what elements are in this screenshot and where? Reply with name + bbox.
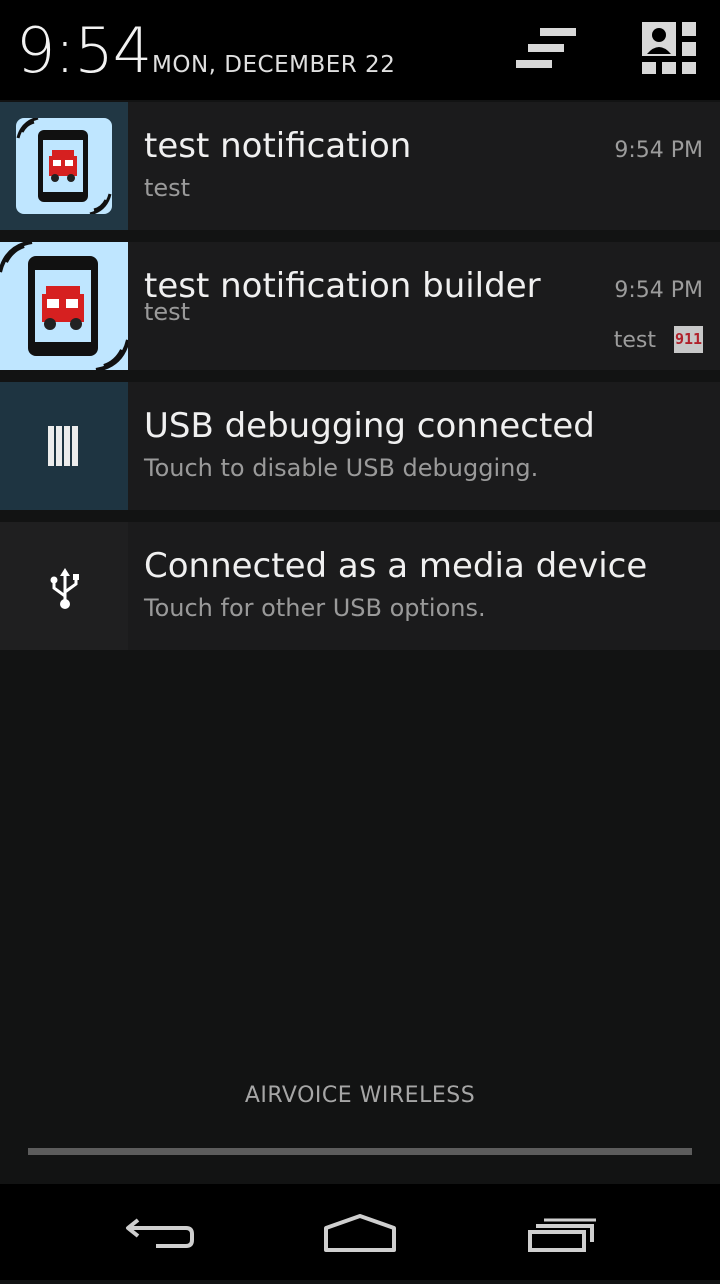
notification-text: test — [144, 298, 191, 326]
emergency-911-icon: 911 — [674, 326, 703, 353]
notification-title: test notification — [144, 126, 412, 166]
back-button[interactable] — [90, 1184, 230, 1280]
notification-title: test notification builder — [144, 266, 541, 306]
usb-icon — [48, 566, 82, 614]
notification-text: Touch for other USB options. — [144, 594, 486, 622]
home-icon — [324, 1214, 396, 1252]
fire-truck-phone-icon — [16, 116, 112, 216]
notification-header: 9:54 MON, DECEMBER 22 — [0, 0, 720, 100]
notification-test[interactable]: test notification test 9:54 PM — [0, 102, 720, 230]
back-icon — [126, 1218, 194, 1248]
notification-test-builder[interactable]: test notification builder test 9:54 PM t… — [0, 240, 720, 372]
notification-icon-box — [0, 102, 128, 230]
notification-media-device[interactable]: Connected as a media device Touch for ot… — [0, 522, 720, 650]
usb-debugging-icon — [46, 426, 82, 470]
home-button[interactable] — [290, 1184, 430, 1280]
notification-text: Touch to disable USB debugging. — [144, 454, 539, 482]
notification-usb-debugging[interactable]: USB debugging connected Touch to disable… — [0, 382, 720, 510]
quick-settings-toggle-icon[interactable] — [514, 24, 578, 80]
date: MON, DECEMBER 22 — [152, 52, 396, 78]
fire-truck-phone-icon — [0, 240, 130, 372]
carrier-label: AIRVOICE WIRELESS — [244, 1083, 476, 1108]
recents-icon — [528, 1218, 596, 1252]
notification-time: 9:54 PM — [614, 278, 703, 303]
notification-text: test — [144, 174, 191, 202]
notification-title: Connected as a media device — [144, 546, 648, 586]
recents-button[interactable] — [492, 1184, 632, 1280]
notification-icon-box — [0, 522, 128, 650]
user-grid-icon[interactable] — [642, 22, 698, 80]
panel-drag-handle[interactable] — [28, 1148, 692, 1155]
notification-title: USB debugging connected — [144, 406, 595, 446]
navigation-bar — [0, 1184, 720, 1280]
clock: 9:54 — [16, 14, 152, 87]
notification-info: test — [613, 328, 656, 353]
notification-time: 9:54 PM — [614, 138, 703, 163]
notification-icon-box — [0, 382, 128, 510]
